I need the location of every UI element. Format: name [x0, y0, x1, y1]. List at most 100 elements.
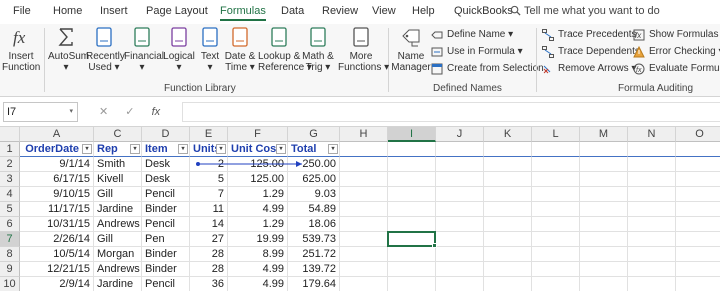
logical-book-label-1: Logical — [163, 51, 195, 62]
use-in-formula-icon — [431, 47, 443, 57]
tab-formulas[interactable]: Formulas — [220, 5, 266, 21]
math-book-label-2: Trig ▾ — [305, 62, 331, 73]
name-box-value: I7 — [7, 106, 17, 118]
formula-auditing-label: Formula Auditing — [618, 83, 694, 94]
tab-page-layout[interactable]: Page Layout — [146, 5, 208, 17]
name-manager-icon — [402, 29, 420, 47]
date-time-book-icon — [232, 27, 248, 47]
financial-book-label-2: ▾ — [139, 62, 145, 73]
more-functions-book-label-1: More — [349, 51, 373, 62]
math-book-button[interactable]: Math & Trig ▾ — [300, 26, 336, 73]
worksheet-grid: A C D E F G H I J K L M N O 1 OrderDate ▾ Rep ▾ Item ▾ Units ▾… — [0, 127, 720, 291]
more-functions-book-label-2: Functions ▾ — [338, 62, 390, 73]
sigma-label-2: ▾ — [63, 62, 69, 73]
formula-input[interactable] — [182, 102, 720, 122]
fill-handle[interactable] — [432, 243, 437, 248]
trace-dependents-label: Trace Dependents — [558, 46, 640, 57]
active-cell[interactable] — [387, 231, 437, 248]
tell-me-text: Tell me what you want to do — [524, 5, 660, 17]
insert-function-icon[interactable]: fx — [152, 106, 161, 118]
separator — [388, 28, 389, 92]
evaluate-formula-icon: fx — [633, 63, 645, 75]
tab-quickbooks[interactable]: QuickBooks — [454, 5, 513, 17]
tab-help[interactable]: Help — [412, 5, 435, 17]
tab-review[interactable]: Review — [322, 5, 358, 17]
use-in-formula-label: Use in Formula ▾ — [447, 46, 523, 57]
lookup-book-label-1: Lookup & — [258, 51, 301, 62]
formula-bar-icons: ✕ ✓ fx — [99, 105, 174, 118]
trace-dependents-button[interactable]: Trace Dependents — [542, 44, 640, 60]
define-name-label: Define Name ▾ — [447, 29, 514, 40]
remove-arrows-button[interactable]: Remove Arrows ▾ — [542, 61, 636, 77]
insert-function-label-1: Insert — [8, 51, 34, 62]
financial-book-button[interactable]: Financial ▾ — [124, 26, 164, 73]
star-book-label-2: Used ▾ — [88, 62, 120, 73]
defined-names-label: Defined Names — [433, 83, 502, 94]
formula-bar: I7 ▾ ✕ ✓ fx — [0, 97, 720, 127]
cancel-icon[interactable]: ✕ — [99, 106, 108, 118]
create-from-selection-icon — [431, 63, 443, 75]
evaluate-formula-button[interactable]: fx Evaluate Formula — [633, 61, 720, 77]
star-book-button[interactable]: Recently Used ▾ — [86, 26, 125, 73]
trace-arrow — [196, 161, 302, 167]
separator — [536, 28, 537, 92]
tab-view[interactable]: View — [372, 5, 396, 17]
separator — [44, 28, 45, 92]
show-formulas-icon: fx — [633, 29, 645, 41]
error-checking-label: Error Checking ▾ — [649, 46, 720, 57]
trace-dependents-icon — [542, 46, 554, 58]
more-functions-book-icon — [353, 27, 369, 47]
tab-insert[interactable]: Insert — [100, 5, 128, 17]
error-checking-button[interactable]: Error Checking ▾ — [633, 44, 720, 60]
excel-window: File Home Insert Page Layout Formulas Data Rev… — [0, 0, 720, 291]
svg-text:fx: fx — [635, 31, 642, 40]
sigma-button[interactable]: AutoSum ▾ — [48, 26, 89, 73]
lightbulb-search-icon — [510, 5, 521, 16]
logical-book-label-2: ▾ — [176, 62, 182, 73]
create-from-selection-button[interactable]: Create from Selection — [431, 61, 544, 77]
fx-icon: fx — [13, 28, 26, 47]
name-manager-button[interactable]: Name Manager — [391, 26, 431, 73]
tab-data[interactable]: Data — [281, 5, 304, 17]
lookup-book-icon — [271, 27, 287, 47]
ribbon-formulas: fx Insert Function Function Library Name… — [0, 24, 720, 97]
sigma-icon — [58, 28, 73, 46]
financial-book-label-1: Financial — [124, 51, 165, 62]
insert-function-label-2: Function — [2, 62, 41, 73]
svg-text:fx: fx — [636, 67, 642, 74]
show-formulas-button[interactable]: fx Show Formulas — [633, 27, 718, 43]
name-box[interactable]: I7 ▾ — [3, 102, 78, 122]
define-name-button[interactable]: Define Name ▾ — [431, 27, 513, 43]
svg-text:fx: fx — [13, 28, 26, 47]
text-book-button[interactable]: Text ▾ — [198, 26, 222, 73]
logical-book-button[interactable]: Logical ▾ — [162, 26, 196, 73]
name-manager-label-1: Name — [397, 51, 425, 62]
date-time-book-button[interactable]: Date & Time ▾ — [224, 26, 256, 73]
enter-icon[interactable]: ✓ — [125, 106, 134, 118]
create-from-selection-label: Create from Selection — [447, 63, 544, 74]
tab-file[interactable]: File — [13, 5, 31, 17]
trace-precedents-label: Trace Precedents — [558, 29, 637, 40]
show-formulas-label: Show Formulas — [649, 29, 719, 40]
tab-home[interactable]: Home — [53, 5, 82, 17]
star-book-icon — [96, 27, 112, 47]
text-book-label-1: Text — [200, 51, 220, 62]
date-time-book-label-1: Date & — [224, 51, 256, 62]
name-box-dropdown-icon[interactable]: ▾ — [69, 103, 73, 121]
tell-me-search[interactable]: Tell me what you want to do — [510, 5, 660, 17]
remove-arrows-icon — [543, 65, 551, 74]
insert-function-button[interactable]: fx Insert Function — [2, 26, 40, 73]
trace-precedents-button[interactable]: Trace Precedents — [542, 27, 637, 43]
more-functions-book-button[interactable]: More Functions ▾ — [338, 26, 389, 73]
text-book-label-2: ▾ — [207, 62, 213, 73]
text-book-icon — [202, 27, 218, 47]
remove-arrows-label: Remove Arrows ▾ — [558, 63, 637, 74]
lookup-book-button[interactable]: Lookup & Reference ▾ — [258, 26, 312, 73]
star-book-label-1: Recently — [86, 51, 125, 62]
math-book-label-1: Math & — [302, 51, 334, 62]
function-library-label: Function Library — [164, 83, 236, 94]
use-in-formula-button[interactable]: Use in Formula ▾ — [431, 44, 523, 60]
date-time-book-label-2: Time ▾ — [225, 62, 255, 73]
sigma-label-1: AutoSum — [48, 51, 90, 62]
trace-precedents-icon — [542, 29, 554, 41]
